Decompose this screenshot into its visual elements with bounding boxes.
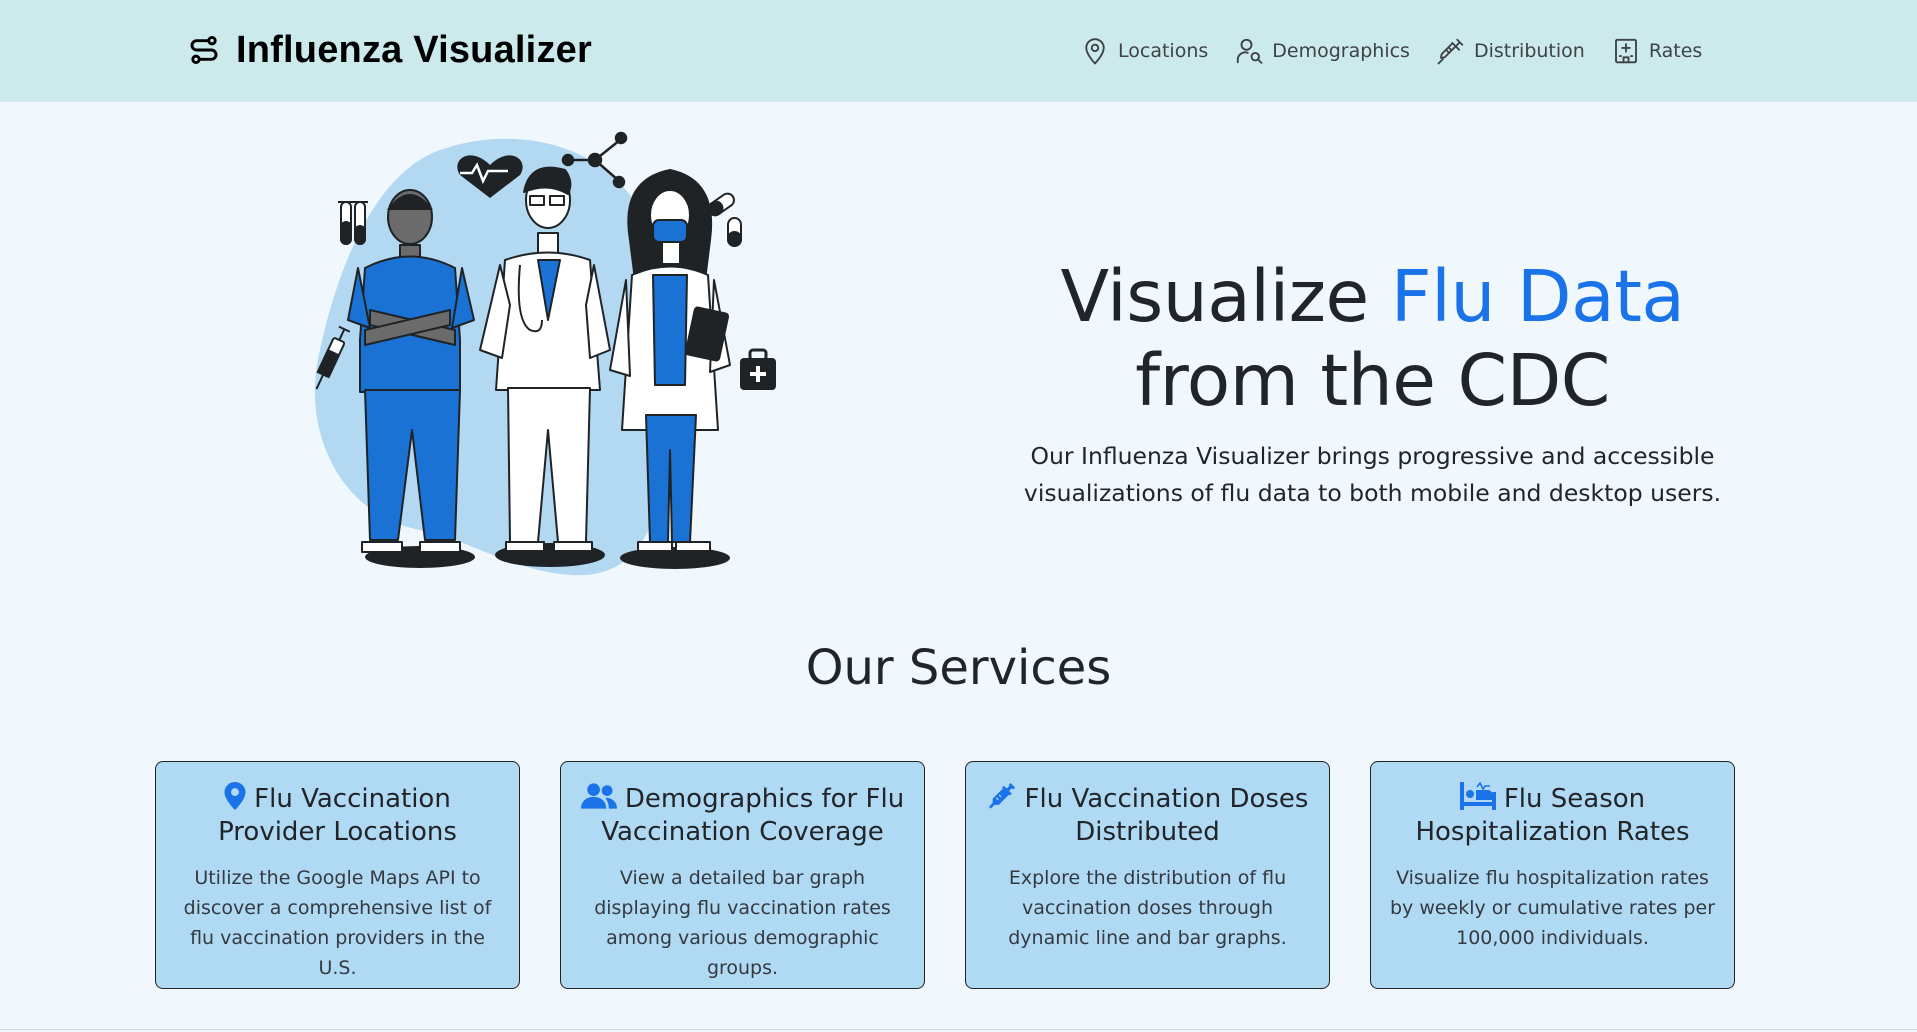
user-search-icon xyxy=(1237,38,1263,64)
card-title: Flu Vaccination Doses Distributed xyxy=(982,782,1313,849)
service-card-distribution[interactable]: Flu Vaccination Doses Distributed Explor… xyxy=(965,761,1330,989)
navbar: Influenza Visualizer Locations Demograph… xyxy=(0,0,1917,102)
card-title: Flu Vaccination Provider Locations xyxy=(172,782,503,849)
hero-title-accent: Flu Data xyxy=(1390,255,1685,338)
card-description: View a detailed bar graph displaying flu… xyxy=(594,867,891,979)
card-title-text: Flu Vaccination Doses Distributed xyxy=(1024,784,1309,847)
hero-title-part2: from the CDC xyxy=(1135,339,1610,422)
card-description: Utilize the Google Maps API to discover … xyxy=(183,867,492,979)
syringe-icon xyxy=(988,782,1015,809)
card-description: Explore the distribution of flu vaccinat… xyxy=(1008,867,1287,949)
card-title: Flu Season Hospitalization Rates xyxy=(1387,782,1718,849)
card-title-text: Demographics for Flu Vaccination Coverag… xyxy=(601,784,905,847)
card-title-text: Flu Season Hospitalization Rates xyxy=(1415,784,1690,847)
hero-title: Visualize Flu Data from the CDC xyxy=(1000,255,1745,423)
doctors-illustration xyxy=(314,131,776,576)
test-tubes-icon xyxy=(338,201,368,245)
route-icon xyxy=(190,35,218,65)
nav-item-locations[interactable]: Locations xyxy=(1080,36,1208,66)
hero-section: Visualize Flu Data from the CDC Our Infl… xyxy=(1000,255,1745,512)
card-title-text: Flu Vaccination Provider Locations xyxy=(218,784,457,847)
nav-item-label: Demographics xyxy=(1272,40,1410,62)
hero-subtitle: Our Influenza Visualizer brings progress… xyxy=(1023,442,1722,507)
map-pin-icon xyxy=(1085,38,1105,65)
services-heading: Our Services xyxy=(805,640,1112,696)
nav-item-label: Rates xyxy=(1648,40,1703,62)
hospital-bed-icon xyxy=(1459,782,1496,810)
nav-item-demographics[interactable]: Demographics xyxy=(1234,36,1410,66)
footer-divider xyxy=(0,1029,1917,1030)
card-title: Demographics for Flu Vaccination Coverag… xyxy=(577,782,908,849)
map-marker-icon xyxy=(224,782,246,810)
service-card-demographics[interactable]: Demographics for Flu Vaccination Coverag… xyxy=(560,761,925,989)
service-card-rates[interactable]: Flu Season Hospitalization Rates Visuali… xyxy=(1370,761,1735,989)
main-nav: Locations Demographics Distribution Rate… xyxy=(1080,30,1702,72)
brand-name: Influenza Visualizer xyxy=(236,28,592,71)
brand-link[interactable]: Influenza Visualizer xyxy=(188,27,592,73)
nav-item-label: Locations xyxy=(1118,40,1209,62)
nav-item-rates[interactable]: Rates xyxy=(1611,36,1702,66)
service-card-locations[interactable]: Flu Vaccination Provider Locations Utili… xyxy=(155,761,520,989)
nav-item-distribution[interactable]: Distribution xyxy=(1436,36,1585,66)
services-cards: Flu Vaccination Provider Locations Utili… xyxy=(155,761,1735,989)
card-description: Visualize flu hospitalization rates by w… xyxy=(1389,867,1716,949)
medical-kit-icon xyxy=(740,348,776,390)
hero-title-part1: Visualize xyxy=(1060,255,1391,338)
syringe-icon xyxy=(1437,38,1464,65)
nav-item-label: Distribution xyxy=(1473,40,1585,62)
hospital-icon xyxy=(1614,38,1637,64)
users-icon xyxy=(580,783,617,809)
